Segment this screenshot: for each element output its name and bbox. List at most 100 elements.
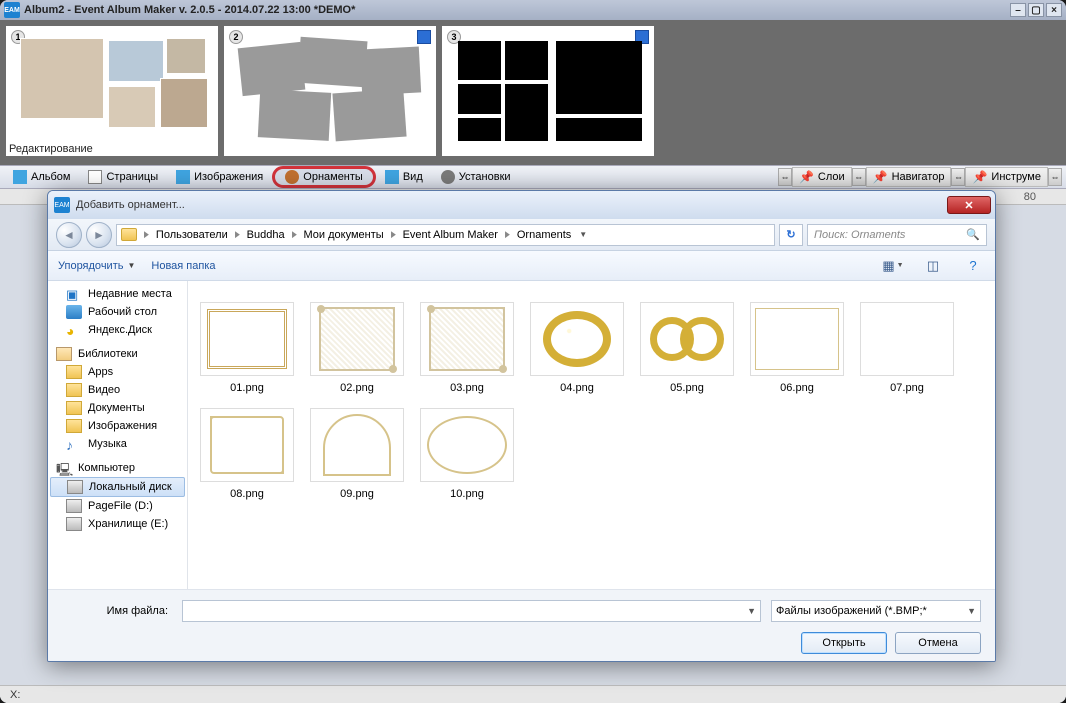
chevron-down-icon[interactable]: ▼ [747,606,756,616]
preview-pane-button[interactable]: ◫ [921,256,945,276]
file-open-dialog: EAM Добавить орнамент... ✕ ◄ ► ▶ Пользов… [47,190,996,662]
panel-navigator[interactable]: 📌 Навигатор [866,167,952,187]
path-dropdown[interactable]: ▼ [575,230,591,239]
dialog-close-button[interactable]: ✕ [947,196,991,214]
file-item[interactable]: 02.png [308,299,406,397]
file-name: 02.png [340,382,374,394]
filetype-select[interactable]: Файлы изображений (*.BMP;*▼ [771,600,981,622]
panel-handle[interactable]: ⇔ [1048,168,1062,186]
ruler-mark: 80 [1024,191,1036,203]
page-thumbnails: 1 Редактирование 2 [0,20,1066,165]
file-item[interactable]: 05.png [638,299,736,397]
sidebar-video[interactable]: Видео [48,381,187,399]
file-item[interactable]: 08.png [198,405,296,503]
file-item[interactable]: 10.png [418,405,516,503]
filename-input[interactable]: ▼ [182,600,761,622]
app-title: Album2 - Event Album Maker v. 2.0.5 - 20… [24,4,355,16]
dialog-sidebar: ▣Недавние места Рабочий стол ◕Яндекс.Дис… [48,281,188,589]
nav-back-button[interactable]: ◄ [56,222,82,248]
yandex-disk-icon: ◕ [66,323,82,337]
nav-forward-button[interactable]: ► [86,222,112,248]
sidebar-desktop[interactable]: Рабочий стол [48,303,187,321]
breadcrumb-segment[interactable]: Event Album Maker [399,229,502,241]
sidebar-apps[interactable]: Apps [48,363,187,381]
breadcrumb-segment[interactable]: Buddha [243,229,289,241]
toolbar-settings[interactable]: Установки [432,167,520,187]
breadcrumb[interactable]: ▶ Пользователи ▶ Buddha ▶ Мои документы … [116,224,775,246]
file-name: 08.png [230,488,264,500]
page-thumb-2[interactable]: 2 [224,26,436,156]
open-button[interactable]: Открыть [801,632,887,654]
help-button[interactable]: ? [961,256,985,276]
sidebar-music[interactable]: ♪Музыка [48,435,187,453]
panel-layers[interactable]: 📌Слои [792,167,852,187]
pin-icon: 📌 [799,170,814,184]
refresh-button[interactable]: ↻ [779,224,803,246]
cancel-button[interactable]: Отмена [895,632,981,654]
file-item[interactable]: 04.png [528,299,626,397]
computer-icon: 🖳 [56,461,72,475]
minimize-button[interactable]: – [1010,3,1026,17]
chevron-icon[interactable]: ▶ [143,229,151,240]
sidebar-yandex-disk[interactable]: ◕Яндекс.Диск [48,321,187,339]
file-list: 01.png 02.png 03.png 04.png 05.png 06.pn… [188,281,995,589]
page-thumb-3[interactable]: 3 [442,26,654,156]
file-item[interactable]: 09.png [308,405,406,503]
filename-label: Имя файла: [62,605,172,617]
file-item[interactable]: 07.png [858,299,956,397]
toolbar-settings-label: Установки [459,171,511,183]
chevron-icon[interactable]: ▶ [389,229,397,240]
sidebar-images[interactable]: Изображения [48,417,187,435]
search-input[interactable]: Поиск: Ornaments 🔍 [807,224,987,246]
panel-handle[interactable]: ⇔ [778,168,792,186]
breadcrumb-segment[interactable]: Ornaments [513,229,575,241]
sidebar-storage[interactable]: Хранилище (E:) [48,515,187,533]
organize-menu[interactable]: Упорядочить▼ [58,260,135,272]
file-name: 07.png [890,382,924,394]
dialog-app-icon: EAM [54,197,70,213]
chevron-icon[interactable]: ▶ [233,229,241,240]
file-item[interactable]: 01.png [198,299,296,397]
panel-handle[interactable]: ⇔ [951,168,965,186]
new-folder-button[interactable]: Новая папка [151,260,215,272]
chevron-icon[interactable]: ▶ [290,229,298,240]
toolbar-ornaments[interactable]: Орнаменты [272,166,376,188]
page-thumb-1[interactable]: 1 Редактирование [6,26,218,156]
app-logo: EAM [4,2,20,18]
sidebar-pagefile[interactable]: PageFile (D:) [48,497,187,515]
toolbar-view-label: Вид [403,171,423,183]
toolbar-album-label: Альбом [31,171,70,183]
toolbar-pages[interactable]: Страницы [79,167,167,187]
panel-navigator-label: Навигатор [892,171,945,183]
breadcrumb-segment[interactable]: Пользователи [152,229,232,241]
panel-tools[interactable]: 📌Инструме [965,167,1048,187]
toolbar-pages-label: Страницы [106,171,158,183]
search-icon[interactable]: 🔍 [966,228,980,241]
sidebar-libraries[interactable]: Библиотеки [48,339,187,363]
chevron-down-icon[interactable]: ▼ [967,606,976,616]
dialog-title: Добавить орнамент... [76,199,947,211]
file-item[interactable]: 03.png [418,299,516,397]
toolbar-images[interactable]: Изображения [167,167,272,187]
sidebar-documents[interactable]: Документы [48,399,187,417]
file-name: 05.png [670,382,704,394]
file-item[interactable]: 06.png [748,299,846,397]
close-button[interactable]: × [1046,3,1062,17]
pin-icon: 📌 [873,170,888,184]
panel-handle[interactable]: ⇔ [852,168,866,186]
sidebar-local-disk[interactable]: Локальный диск [50,477,185,497]
toolbar-view[interactable]: Вид [376,167,432,187]
sidebar-recent[interactable]: ▣Недавние места [48,285,187,303]
view-mode-button[interactable]: ▦▼ [881,256,905,276]
file-name: 03.png [450,382,484,394]
sidebar-computer[interactable]: 🖳Компьютер [48,453,187,477]
breadcrumb-segment[interactable]: Мои документы [300,229,388,241]
drive-icon [66,517,82,531]
toolbar-album[interactable]: Альбом [4,167,79,187]
pages-icon [88,170,102,184]
chevron-icon[interactable]: ▶ [504,229,512,240]
maximize-button[interactable]: ▢ [1028,3,1044,17]
view-icon [385,170,399,184]
file-name: 06.png [780,382,814,394]
folder-icon [66,365,82,379]
